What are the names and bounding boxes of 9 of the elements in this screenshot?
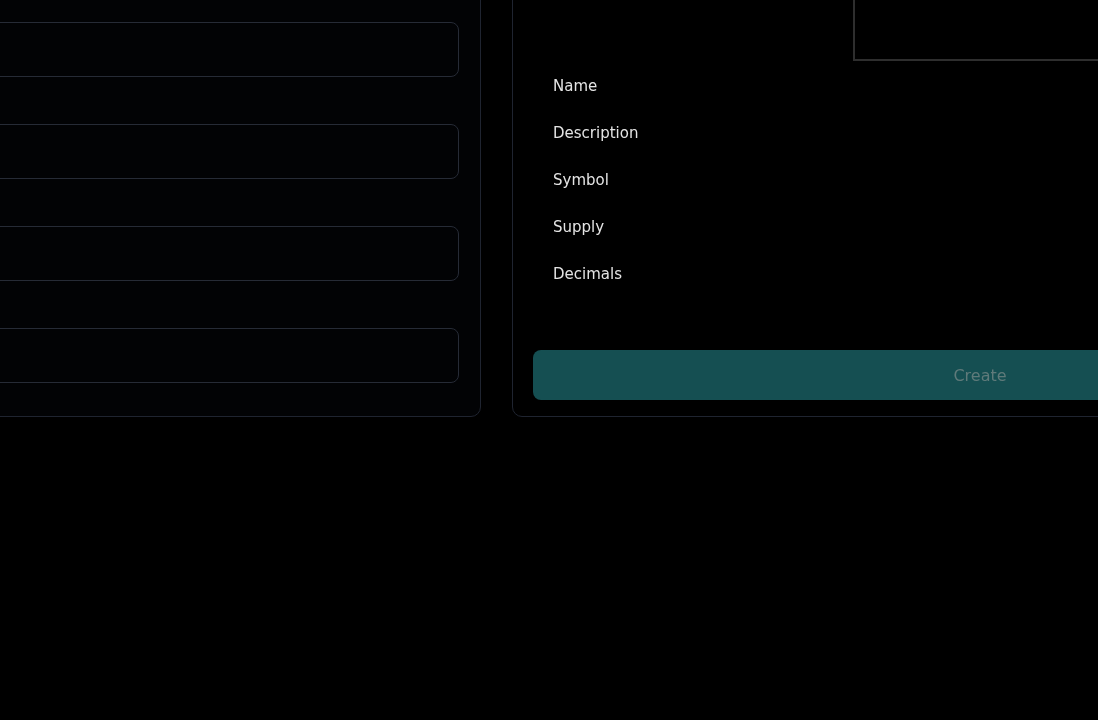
- field-label: Name: [553, 76, 598, 96]
- field-label: Decimals: [553, 264, 622, 284]
- input-field[interactable]: [0, 226, 459, 281]
- field-label: Symbol: [553, 170, 609, 190]
- input-field[interactable]: [0, 124, 459, 179]
- input-field[interactable]: [0, 328, 459, 383]
- field-label: Supply: [553, 217, 605, 237]
- field-label: Description: [553, 123, 639, 143]
- input-field[interactable]: [0, 22, 459, 77]
